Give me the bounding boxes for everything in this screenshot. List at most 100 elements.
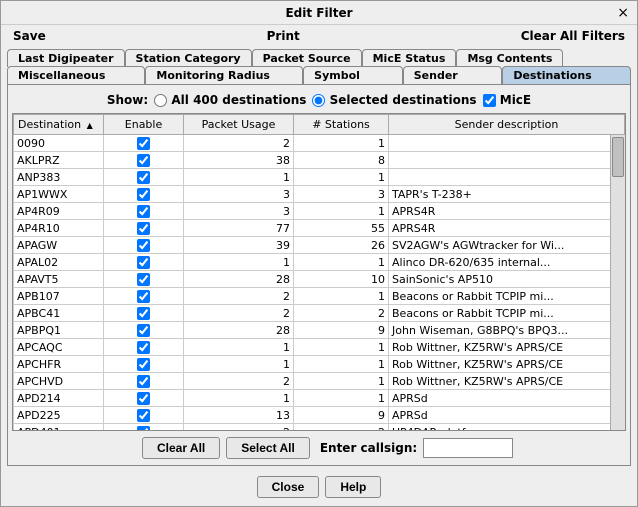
table-row[interactable]: APBPQ1289John Wiseman, G8BPQ's BPQ3... [14, 322, 625, 339]
tab-destinations[interactable]: Destinations [502, 66, 631, 84]
col-enable[interactable]: Enable [104, 115, 184, 135]
cell-destination[interactable]: 0090 [14, 135, 104, 152]
cell-enable[interactable] [104, 407, 184, 424]
cell-destination[interactable]: APCAQC [14, 339, 104, 356]
enable-checkbox[interactable] [137, 188, 150, 201]
table-row[interactable]: AP4R0931APRS4R [14, 203, 625, 220]
menu-save[interactable]: Save [5, 27, 54, 45]
enable-checkbox[interactable] [137, 324, 150, 337]
enable-checkbox[interactable] [137, 205, 150, 218]
cell-destination[interactable]: APB107 [14, 288, 104, 305]
cell-enable[interactable] [104, 169, 184, 186]
help-button[interactable]: Help [325, 476, 381, 498]
enable-checkbox[interactable] [137, 239, 150, 252]
cell-destination[interactable]: APAGW [14, 237, 104, 254]
cell-enable[interactable] [104, 152, 184, 169]
cell-enable[interactable] [104, 322, 184, 339]
tab-mice-status[interactable]: MicE Status [362, 49, 457, 67]
cell-enable[interactable] [104, 135, 184, 152]
menu-clear-all-filters[interactable]: Clear All Filters [513, 27, 633, 45]
table-row[interactable]: AKLPRZ388 [14, 152, 625, 169]
show-selected-radio[interactable] [312, 94, 325, 107]
cell-destination[interactable]: APD401 [14, 424, 104, 431]
enable-checkbox[interactable] [137, 375, 150, 388]
cell-destination[interactable]: APAL02 [14, 254, 104, 271]
tab-station-category[interactable]: Station Category [125, 49, 252, 67]
tab-msg-contents[interactable]: Msg Contents [456, 49, 563, 67]
table-row[interactable]: APCHVD21Rob Wittner, KZ5RW's APRS/CE [14, 373, 625, 390]
close-button[interactable]: Close [257, 476, 320, 498]
table-row[interactable]: APB10721Beacons or Rabbit TCPIP mi... [14, 288, 625, 305]
cell-destination[interactable]: APCHFR [14, 356, 104, 373]
clear-all-button[interactable]: Clear All [142, 437, 220, 459]
enable-checkbox[interactable] [137, 222, 150, 235]
enable-checkbox[interactable] [137, 256, 150, 269]
col-stations[interactable]: # Stations [294, 115, 389, 135]
cell-destination[interactable]: APBPQ1 [14, 322, 104, 339]
tab-last-digipeater[interactable]: Last Digipeater [7, 49, 125, 67]
table-row[interactable]: APD225139APRSd [14, 407, 625, 424]
table-row[interactable]: 009021 [14, 135, 625, 152]
callsign-input[interactable] [423, 438, 513, 458]
table-row[interactable]: APAVT52810SainSonic's AP510 [14, 271, 625, 288]
table-row[interactable]: APCHFR11Rob Wittner, KZ5RW's APRS/CE [14, 356, 625, 373]
enable-checkbox[interactable] [137, 341, 150, 354]
cell-destination[interactable]: APBC41 [14, 305, 104, 322]
cell-destination[interactable]: APCHVD [14, 373, 104, 390]
mice-checkbox-label[interactable]: MicE [483, 93, 532, 107]
cell-destination[interactable]: AP4R10 [14, 220, 104, 237]
table-row[interactable]: APD40122UP4DAR platform [14, 424, 625, 431]
enable-checkbox[interactable] [137, 171, 150, 184]
mice-checkbox[interactable] [483, 94, 496, 107]
enable-checkbox[interactable] [137, 392, 150, 405]
close-icon[interactable]: × [617, 5, 629, 21]
enable-checkbox[interactable] [137, 137, 150, 150]
cell-destination[interactable]: APD225 [14, 407, 104, 424]
cell-enable[interactable] [104, 271, 184, 288]
cell-destination[interactable]: ANP383 [14, 169, 104, 186]
cell-enable[interactable] [104, 288, 184, 305]
enable-checkbox[interactable] [137, 426, 150, 430]
menu-print[interactable]: Print [259, 27, 308, 45]
cell-enable[interactable] [104, 186, 184, 203]
table-row[interactable]: ANP38311 [14, 169, 625, 186]
cell-enable[interactable] [104, 237, 184, 254]
cell-enable[interactable] [104, 305, 184, 322]
cell-destination[interactable]: AKLPRZ [14, 152, 104, 169]
cell-enable[interactable] [104, 390, 184, 407]
table-row[interactable]: AP4R107755APRS4R [14, 220, 625, 237]
table-row[interactable]: APAGW3926SV2AGW's AGWtracker for Wi... [14, 237, 625, 254]
cell-enable[interactable] [104, 356, 184, 373]
cell-destination[interactable]: APAVT5 [14, 271, 104, 288]
show-selected-radio-label[interactable]: Selected destinations [312, 93, 476, 107]
enable-checkbox[interactable] [137, 273, 150, 286]
tab-symbol[interactable]: Symbol [303, 66, 403, 84]
table-row[interactable]: APD21411APRSd [14, 390, 625, 407]
scrollbar-thumb[interactable] [612, 137, 624, 177]
col-packet-usage[interactable]: Packet Usage [184, 115, 294, 135]
table-row[interactable]: APAL0211Alinco DR-620/635 internal... [14, 254, 625, 271]
table-row[interactable]: AP1WWX33TAPR's T-238+ [14, 186, 625, 203]
cell-enable[interactable] [104, 424, 184, 431]
show-all-radio-label[interactable]: All 400 destinations [154, 93, 306, 107]
enable-checkbox[interactable] [137, 290, 150, 303]
vertical-scrollbar[interactable] [610, 135, 625, 430]
cell-enable[interactable] [104, 254, 184, 271]
select-all-button[interactable]: Select All [226, 437, 310, 459]
cell-enable[interactable] [104, 339, 184, 356]
tab-monitoring-radius[interactable]: Monitoring Radius [145, 66, 303, 84]
cell-destination[interactable]: AP1WWX [14, 186, 104, 203]
enable-checkbox[interactable] [137, 409, 150, 422]
tab-packet-source[interactable]: Packet Source [252, 49, 362, 67]
show-all-radio[interactable] [154, 94, 167, 107]
cell-enable[interactable] [104, 373, 184, 390]
cell-destination[interactable]: APD214 [14, 390, 104, 407]
enable-checkbox[interactable] [137, 307, 150, 320]
enable-checkbox[interactable] [137, 358, 150, 371]
tab-sender[interactable]: Sender [403, 66, 503, 84]
table-row[interactable]: APBC4122Beacons or Rabbit TCPIP mi... [14, 305, 625, 322]
cell-destination[interactable]: AP4R09 [14, 203, 104, 220]
table-row[interactable]: APCAQC11Rob Wittner, KZ5RW's APRS/CE [14, 339, 625, 356]
cell-enable[interactable] [104, 220, 184, 237]
enable-checkbox[interactable] [137, 154, 150, 167]
